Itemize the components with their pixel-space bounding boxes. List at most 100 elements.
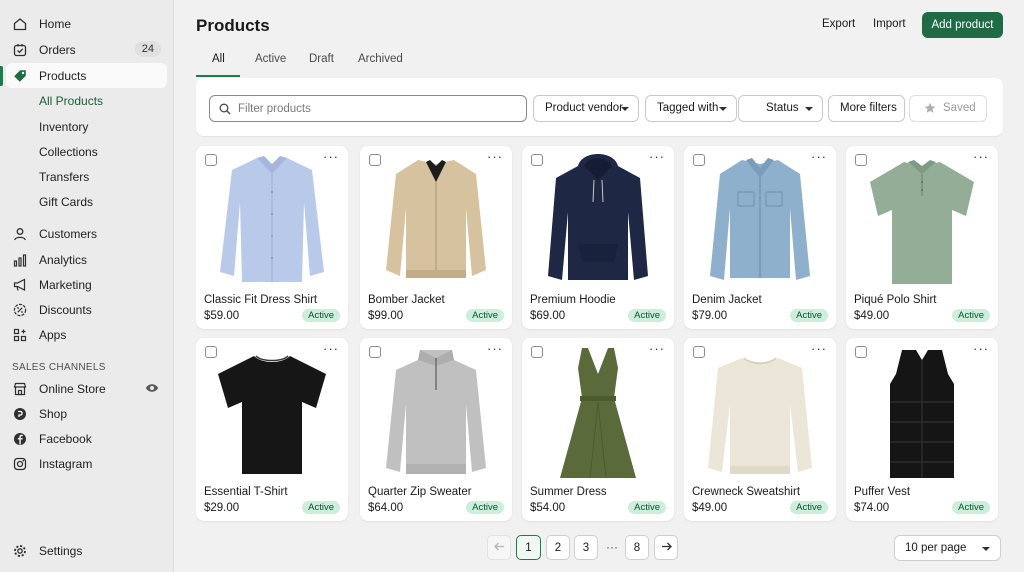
store-icon [12, 381, 27, 396]
sidebar-item-products[interactable]: Products [6, 63, 167, 88]
tab-draft[interactable]: Draft [309, 53, 334, 65]
sidebar-item-label: Collections [39, 145, 98, 159]
page-button[interactable]: 1 [516, 535, 541, 560]
sidebar-item-shop[interactable]: Shop [6, 401, 167, 426]
bomber-jacket-image [386, 160, 486, 278]
previous-page-button[interactable] [487, 535, 511, 560]
sidebar-item-label: Inventory [39, 120, 89, 134]
page-button[interactable]: 3 [574, 535, 598, 560]
main-content: Products Export Import Add product All A… [175, 0, 1024, 572]
sidebar-item-transfers[interactable]: Transfers [6, 164, 167, 189]
search-box[interactable] [209, 95, 527, 122]
pagination-ellipsis: ··· [606, 540, 618, 554]
status-badge: Active [952, 309, 990, 322]
product-name[interactable]: Piqué Polo Shirt [854, 294, 936, 306]
product-card[interactable]: ··· Summer Dress $54.00 Active [522, 338, 674, 521]
product-name[interactable]: Premium Hoodie [530, 294, 616, 306]
add-product-button[interactable]: Add product [922, 12, 1003, 38]
product-name[interactable]: Denim Jacket [692, 294, 762, 306]
sidebar-item-label: Gift Cards [39, 195, 94, 209]
product-card[interactable]: ··· Puffer Vest $74.00 Active [846, 338, 998, 521]
product-vendor-filter[interactable]: Product vendor [533, 95, 639, 122]
sidebar-item-discounts[interactable]: Discounts [6, 297, 167, 322]
tab-all[interactable]: All [212, 53, 225, 65]
sidebar-item-settings[interactable]: Settings [6, 538, 167, 563]
sidebar-item-collections[interactable]: Collections [6, 139, 167, 164]
tag-icon [12, 68, 27, 83]
sidebar-item-label: Products [39, 69, 87, 83]
sidebar-item-inventory[interactable]: Inventory [6, 114, 167, 139]
sidebar-item-label: Settings [39, 544, 83, 558]
product-name[interactable]: Bomber Jacket [368, 294, 445, 306]
sidebar-item-label: Shop [39, 407, 68, 421]
sidebar-item-facebook[interactable]: Facebook [6, 426, 167, 451]
product-price: $49.00 [854, 310, 890, 322]
page-button[interactable]: 2 [546, 535, 570, 560]
more-filters-button[interactable]: More filters [828, 95, 905, 122]
product-card[interactable]: ··· Bomber Jacket $99.00 Active [360, 146, 512, 329]
next-page-button[interactable] [654, 535, 678, 560]
product-card[interactable]: ··· Premium Hoodie $69.00 Active [522, 146, 674, 329]
sales-channels-heading: SALES CHANNELS [12, 362, 106, 373]
product-price: $64.00 [368, 502, 404, 514]
product-card[interactable]: ··· Crewneck Sweatshirt $49.00 Active [684, 338, 836, 521]
sidebar-item-label: Analytics [39, 253, 88, 267]
chevron-down-icon [621, 107, 629, 111]
product-name[interactable]: Essential T-Shirt [204, 486, 288, 498]
megaphone-icon [12, 277, 27, 292]
apps-grid-icon [12, 327, 27, 342]
status-badge: Active [790, 309, 828, 322]
product-name[interactable]: Quarter Zip Sweater [368, 486, 472, 498]
facebook-icon [12, 431, 27, 446]
chevron-down-icon [805, 107, 813, 111]
status-filter[interactable]: Status [738, 95, 823, 122]
per-page-select[interactable]: 10 per page [894, 535, 1001, 561]
filter-bar: Product vendor Tagged with Status More f… [196, 78, 1003, 136]
tab-archived[interactable]: Archived [358, 53, 403, 65]
product-name[interactable]: Summer Dress [530, 486, 607, 498]
sidebar-item-label: Orders [39, 43, 76, 57]
product-card[interactable]: ··· Essential T-Shirt $29.00 Active [196, 338, 348, 521]
tab-active[interactable]: Active [255, 53, 286, 65]
sidebar-item-all-products[interactable]: All Products [6, 88, 167, 113]
status-badge: Active [790, 501, 828, 514]
sidebar-item-apps[interactable]: Apps [6, 322, 167, 347]
product-price: $49.00 [692, 502, 728, 514]
search-input[interactable] [238, 100, 518, 118]
t-shirt-image [218, 355, 326, 474]
product-card[interactable]: ··· Classic Fit Dress Shirt $59.00 Activ… [196, 146, 348, 329]
star-icon [924, 102, 936, 117]
product-price: $69.00 [530, 310, 566, 322]
export-button[interactable]: Export [822, 18, 855, 30]
orders-count-badge: 24 [134, 41, 161, 57]
sidebar-item-label: Home [39, 17, 72, 31]
status-badge: Active [466, 501, 504, 514]
sidebar-item-orders[interactable]: Orders 24 [6, 37, 167, 62]
page-button[interactable]: 8 [625, 535, 649, 560]
product-name[interactable]: Crewneck Sweatshirt [692, 486, 800, 498]
sidebar-item-label: Discounts [39, 303, 92, 317]
sidebar-item-online-store[interactable]: Online Store [6, 376, 167, 401]
search-icon [219, 103, 231, 115]
eye-icon[interactable] [145, 382, 159, 394]
sidebar-item-instagram[interactable]: Instagram [6, 451, 167, 476]
product-card[interactable]: ··· Piqué Polo Shirt $49.00 Active [846, 146, 998, 329]
product-name[interactable]: Puffer Vest [854, 486, 910, 498]
status-badge: Active [302, 501, 340, 514]
sidebar-item-home[interactable]: Home [6, 11, 167, 36]
sidebar-item-analytics[interactable]: Analytics [6, 247, 167, 272]
saved-button[interactable]: Saved [909, 95, 987, 122]
product-card[interactable]: ··· Quarter Zip Sweater $64.00 Active [360, 338, 512, 521]
hoodie-image [548, 154, 648, 280]
sidebar-item-marketing[interactable]: Marketing [6, 272, 167, 297]
product-card[interactable]: ··· Denim Jacket $79.00 Active [684, 146, 836, 329]
sweatshirt-image [708, 357, 812, 474]
dress-image [560, 348, 636, 479]
filter-label: Product vendor [545, 102, 623, 114]
import-button[interactable]: Import [873, 18, 906, 30]
sidebar-item-customers[interactable]: Customers [6, 221, 167, 246]
tagged-with-filter[interactable]: Tagged with [645, 95, 737, 122]
product-price: $74.00 [854, 502, 890, 514]
sidebar-item-gift-cards[interactable]: Gift Cards [6, 189, 167, 214]
product-name[interactable]: Classic Fit Dress Shirt [204, 294, 317, 306]
